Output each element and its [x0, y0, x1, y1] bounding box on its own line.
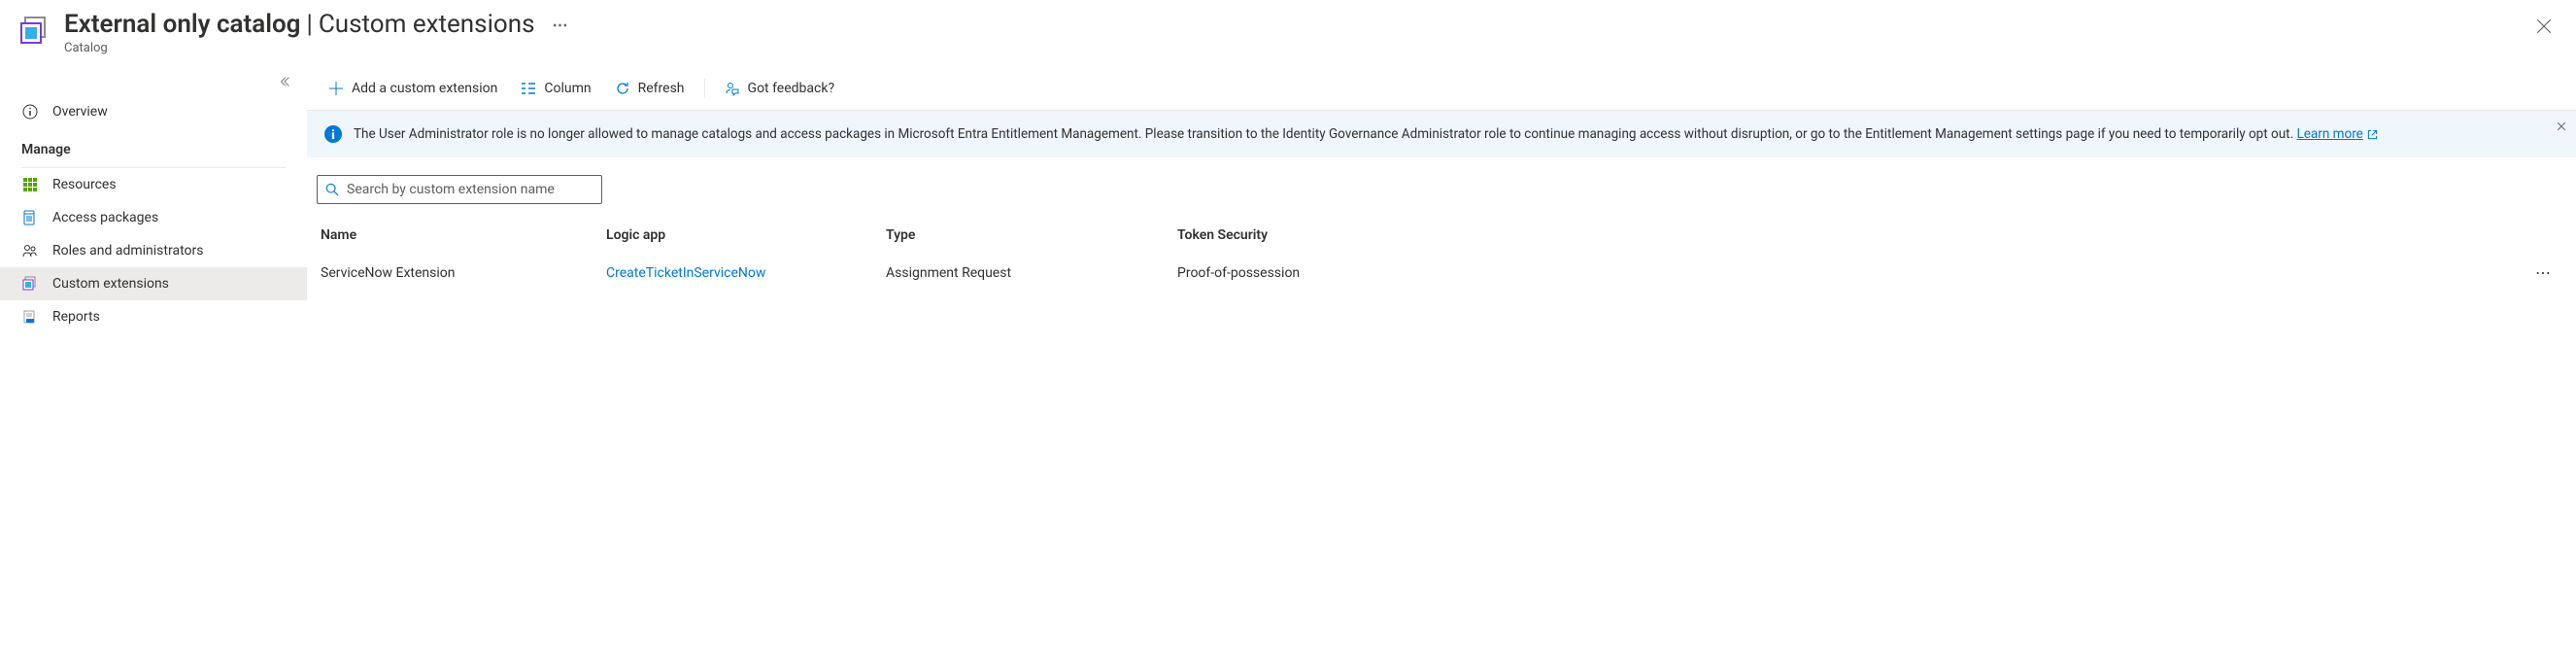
- page-title-bold: External only catalog: [64, 10, 300, 39]
- search-input[interactable]: [347, 182, 593, 197]
- external-link-icon: [2367, 129, 2378, 140]
- extension-icon: [21, 275, 39, 293]
- sidebar-item-reports[interactable]: Reports: [0, 300, 307, 333]
- info-icon: [21, 103, 39, 121]
- refresh-button[interactable]: Refresh: [603, 75, 696, 102]
- col-header-logic[interactable]: Logic app: [606, 227, 886, 243]
- toolbar-label: Add a custom extension: [352, 81, 497, 96]
- sidebar-item-label: Roles and administrators: [52, 243, 203, 259]
- feedback-button[interactable]: Got feedback?: [713, 75, 847, 102]
- cell-name: ServiceNow Extension: [317, 265, 606, 281]
- search-box[interactable]: [317, 175, 602, 204]
- sidebar: Overview Manage: [0, 67, 307, 657]
- package-icon: [21, 209, 39, 226]
- col-header-token[interactable]: Token Security: [1177, 227, 2518, 243]
- sidebar-item-label: Reports: [52, 309, 100, 325]
- toolbar-label: Refresh: [638, 81, 685, 96]
- page-header: External only catalog | Custom extension…: [0, 0, 2576, 67]
- column-button[interactable]: Column: [509, 75, 602, 102]
- toolbar: Add a custom extension Column R: [307, 67, 2576, 111]
- sidebar-item-overview[interactable]: Overview: [0, 95, 307, 128]
- info-banner: The User Administrator role is no longer…: [307, 111, 2576, 157]
- learn-more-link[interactable]: Learn more: [2297, 124, 2378, 144]
- reports-icon: [21, 308, 39, 326]
- catalog-icon: [19, 16, 51, 47]
- page-title-section: Custom extensions: [319, 10, 535, 39]
- sidebar-item-label: Resources: [52, 177, 117, 192]
- row-actions-button[interactable]: ⋯: [2535, 263, 2553, 282]
- more-actions-button[interactable]: ⋯: [553, 16, 570, 34]
- col-header-type[interactable]: Type: [886, 227, 1177, 243]
- extensions-table: Name Logic app Type Token Security Servi…: [307, 220, 2576, 292]
- banner-close-button[interactable]: [2557, 119, 2566, 136]
- sidebar-collapse-button[interactable]: [0, 75, 307, 95]
- info-banner-text: The User Administrator role is no longer…: [354, 124, 2407, 144]
- toolbar-label: Column: [544, 81, 591, 96]
- page-subtitle: Catalog: [64, 41, 570, 55]
- col-header-name[interactable]: Name: [317, 227, 606, 243]
- sidebar-item-resources[interactable]: Resources: [0, 168, 307, 201]
- cell-type: Assignment Request: [886, 265, 1177, 281]
- sidebar-section-manage: Manage: [0, 128, 307, 163]
- cell-logic-app-link[interactable]: CreateTicketInServiceNow: [606, 265, 886, 281]
- sidebar-item-custom-extensions[interactable]: Custom extensions: [0, 267, 307, 300]
- table-header: Name Logic app Type Token Security: [317, 220, 2566, 254]
- cell-token: Proof-of-possession: [1177, 265, 2518, 281]
- roles-icon: [21, 242, 39, 259]
- add-extension-button[interactable]: Add a custom extension: [317, 75, 509, 102]
- feedback-icon: [725, 81, 740, 96]
- toolbar-label: Got feedback?: [748, 81, 835, 96]
- resources-icon: [21, 176, 39, 193]
- column-icon: [521, 81, 536, 96]
- sidebar-item-label: Custom extensions: [52, 276, 169, 292]
- search-icon: [325, 183, 339, 196]
- close-button[interactable]: [2535, 17, 2555, 37]
- page-title: External only catalog | Custom extension…: [64, 10, 570, 39]
- content-area: Add a custom extension Column R: [307, 67, 2576, 657]
- sidebar-item-label: Access packages: [52, 210, 158, 225]
- info-icon: [324, 125, 342, 143]
- sidebar-item-label: Overview: [52, 104, 108, 120]
- sidebar-item-access-packages[interactable]: Access packages: [0, 201, 307, 234]
- plus-icon: [328, 81, 344, 96]
- sidebar-item-roles[interactable]: Roles and administrators: [0, 234, 307, 267]
- table-row[interactable]: ServiceNow Extension CreateTicketInServi…: [317, 254, 2566, 292]
- refresh-icon: [615, 81, 630, 96]
